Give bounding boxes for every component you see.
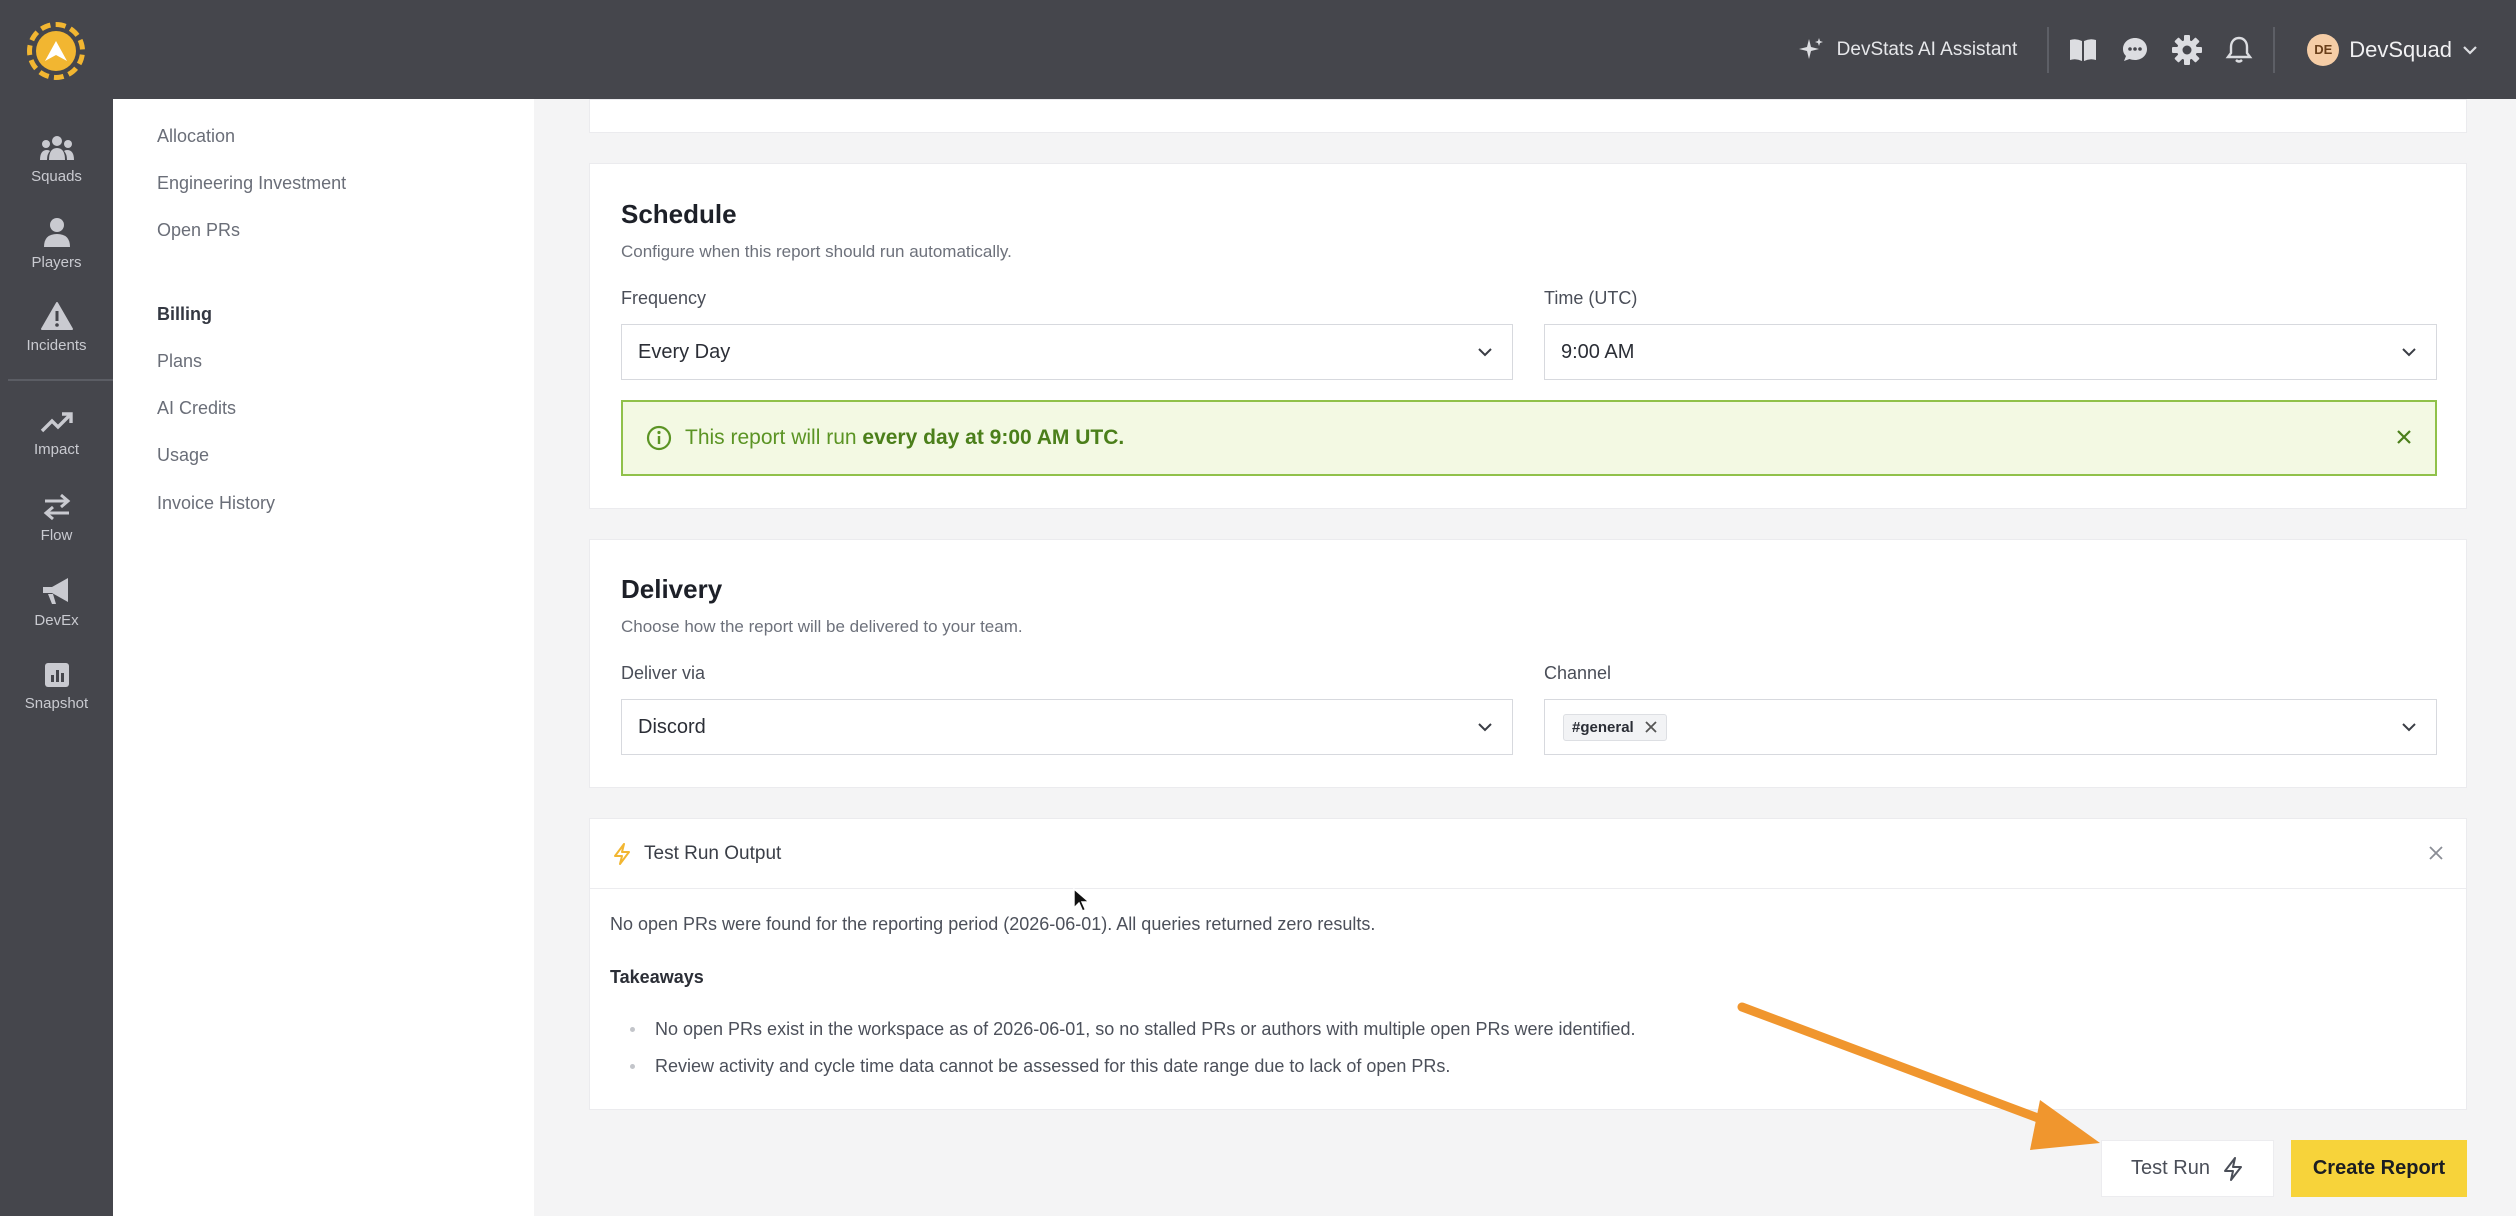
- logo-arrow-icon: [36, 31, 76, 71]
- mouse-cursor-icon: [1073, 888, 1091, 912]
- chevron-down-icon: [1478, 348, 1492, 357]
- ai-assistant-label: DevStats AI Assistant: [1836, 38, 2018, 60]
- takeaways-heading: Takeaways: [610, 967, 704, 987]
- rail-label: DevEx: [34, 611, 79, 629]
- rail-item-snapshot[interactable]: Snapshot: [0, 646, 113, 726]
- divider: [2047, 26, 2050, 73]
- bullet-dot: [630, 1064, 635, 1069]
- deliver-via-select[interactable]: Discord: [621, 699, 1513, 755]
- output-title: Test Run Output: [644, 842, 782, 864]
- schedule-subtitle: Configure when this report should run au…: [621, 242, 1012, 261]
- test-run-button[interactable]: Test Run: [2101, 1140, 2274, 1197]
- sparkle-icon: [1798, 37, 1823, 59]
- divider: [8, 379, 113, 381]
- bell-icon[interactable]: [2213, 24, 2265, 76]
- frequency-label: Frequency: [621, 288, 707, 308]
- rail-label: Impact: [33, 440, 79, 458]
- output-header: Test Run Output: [590, 819, 2466, 889]
- takeaway-text: No open PRs exist in the workspace as of…: [655, 1019, 1636, 1039]
- subnav-item-ai-credits[interactable]: AI Credits: [157, 398, 236, 419]
- players-icon: [43, 217, 70, 247]
- chat-icon[interactable]: [2109, 24, 2161, 76]
- delivery-subtitle: Choose how the report will be delivered …: [621, 617, 1023, 636]
- channel-label: Channel: [1544, 663, 1612, 683]
- chevron-down-icon: [1478, 723, 1492, 732]
- time-value: 9:00 AM: [1561, 340, 1635, 363]
- app-logo[interactable]: [27, 22, 85, 80]
- delivery-card: Delivery Choose how the report will be d…: [589, 539, 2467, 788]
- incidents-icon: [40, 301, 73, 330]
- rail-item-flow[interactable]: Flow: [0, 478, 113, 558]
- create-report-button[interactable]: Create Report: [2291, 1140, 2467, 1197]
- schedule-title: Schedule: [621, 199, 737, 229]
- ai-assistant-button[interactable]: DevStats AI Assistant: [1797, 36, 2040, 64]
- close-icon[interactable]: [2395, 428, 2413, 446]
- deliver-via-label: Deliver via: [621, 663, 706, 683]
- rail-item-squads[interactable]: Squads: [0, 119, 113, 199]
- subnav-heading-billing: Billing: [157, 304, 212, 324]
- channel-tag-label: #general: [1572, 718, 1634, 736]
- rail-label: Flow: [40, 526, 73, 544]
- subnav-item-engineering-investment[interactable]: Engineering Investment: [157, 173, 346, 194]
- rail-label: Squads: [31, 167, 82, 185]
- banner-prefix: This report will run: [685, 426, 863, 449]
- chevron-down-icon: [2463, 45, 2477, 55]
- close-icon[interactable]: [2428, 845, 2444, 861]
- rail-label: Snapshot: [24, 694, 89, 712]
- megaphone-icon: [42, 577, 68, 604]
- gear-icon[interactable]: [2161, 24, 2213, 76]
- rail-item-incidents[interactable]: Incidents: [0, 287, 113, 367]
- frequency-value: Every Day: [638, 340, 731, 363]
- time-label: Time (UTC): [1544, 288, 1638, 308]
- avatar: DE: [2307, 33, 2340, 66]
- rail-item-devex[interactable]: DevEx: [0, 562, 113, 642]
- squads-icon: [39, 135, 74, 160]
- subnav-item-invoice-history[interactable]: Invoice History: [157, 493, 275, 514]
- channel-tag: #general: [1563, 713, 1667, 741]
- top-bar: DevStats AI Assistant DE DevSquad: [0, 0, 2516, 99]
- rail-label: Incidents: [26, 336, 87, 354]
- output-summary: No open PRs were found for the reporting…: [610, 914, 1376, 934]
- delivery-title: Delivery: [621, 574, 723, 604]
- takeaway-text: Review activity and cycle time data cann…: [655, 1056, 1451, 1076]
- flow-icon: [43, 493, 70, 520]
- frequency-select[interactable]: Every Day: [621, 324, 1513, 380]
- rail-item-impact[interactable]: Impact: [0, 394, 113, 474]
- chevron-down-icon: [2402, 348, 2416, 357]
- list-item: Review activity and cycle time data cann…: [630, 1056, 1450, 1077]
- banner-text: This report will run every day at 9:00 A…: [685, 426, 1124, 450]
- user-menu[interactable]: DE DevSquad: [2283, 33, 2478, 66]
- primary-nav-rail: Squads Players Incidents Impact Flow Dev…: [0, 99, 113, 1216]
- lightning-icon: [2223, 1156, 2242, 1181]
- subnav-item-allocation[interactable]: Allocation: [157, 126, 235, 147]
- banner-bold: every day at 9:00 AM UTC.: [862, 426, 1125, 449]
- subnav-item-plans[interactable]: Plans: [157, 351, 202, 372]
- subnav-item-open-prs[interactable]: Open PRs: [157, 220, 240, 241]
- remove-tag-icon[interactable]: [1644, 720, 1658, 734]
- divider: [2273, 26, 2276, 73]
- info-icon: [646, 425, 672, 451]
- lightning-icon: [614, 842, 630, 865]
- user-name: DevSquad: [2349, 36, 2452, 62]
- previous-section-card: [589, 99, 2467, 133]
- bullet-dot: [630, 1027, 635, 1032]
- time-select[interactable]: 9:00 AM: [1544, 324, 2437, 380]
- rail-item-players[interactable]: Players: [0, 203, 113, 283]
- docs-book-icon[interactable]: [2057, 24, 2109, 76]
- subnav-item-usage[interactable]: Usage: [157, 445, 209, 466]
- schedule-card: Schedule Configure when this report shou…: [589, 163, 2467, 509]
- channel-multiselect[interactable]: #general: [1544, 699, 2437, 755]
- snapshot-icon: [44, 662, 69, 687]
- impact-icon: [40, 411, 73, 432]
- test-run-label: Test Run: [2131, 1157, 2210, 1179]
- chevron-down-icon: [2402, 723, 2416, 732]
- schedule-info-banner: This report will run every day at 9:00 A…: [621, 400, 2437, 476]
- rail-label: Players: [31, 253, 82, 271]
- deliver-via-value: Discord: [638, 715, 706, 738]
- test-run-output-card: Test Run Output No open PRs were found f…: [589, 818, 2467, 1110]
- list-item: No open PRs exist in the workspace as of…: [630, 1019, 1636, 1040]
- settings-subnav: Allocation Engineering Investment Open P…: [113, 99, 534, 1216]
